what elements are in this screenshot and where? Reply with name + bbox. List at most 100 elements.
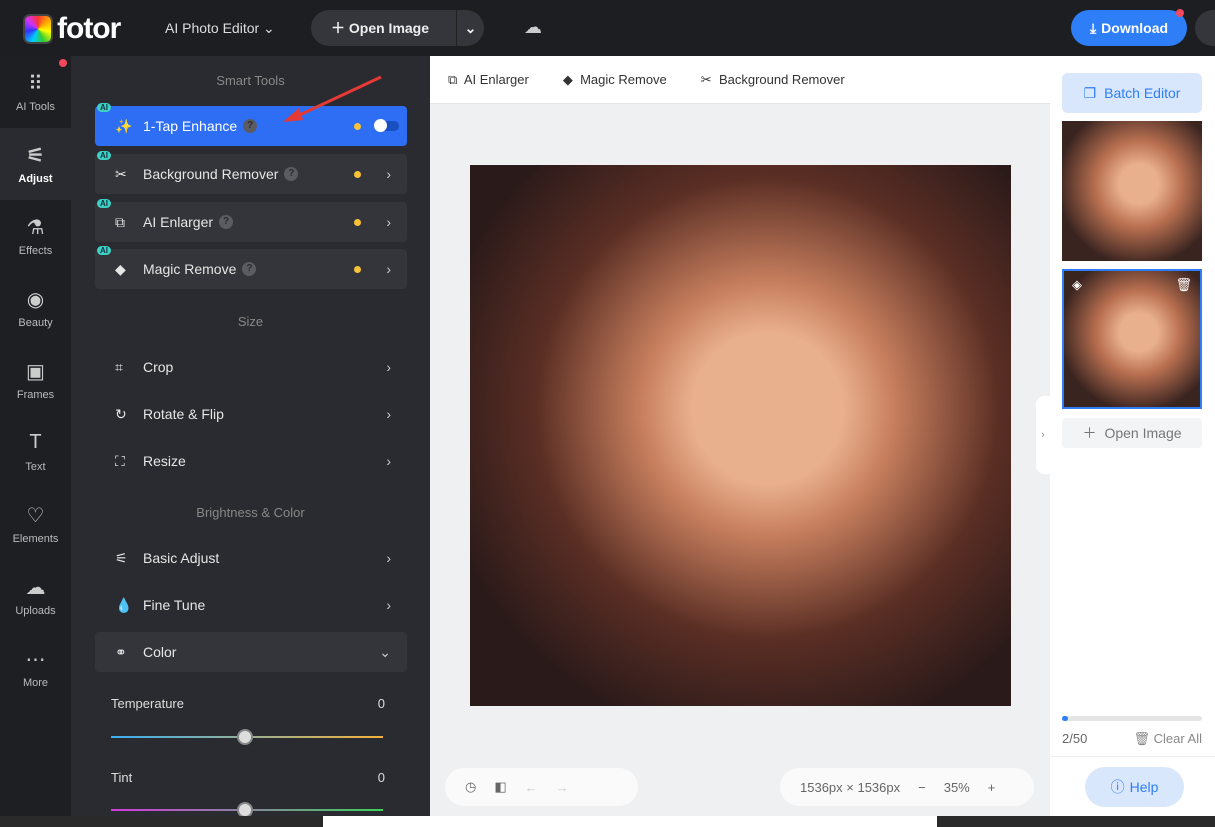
undo-icon[interactable]: ←	[525, 780, 538, 795]
help-button[interactable]: ⓘ Help	[1085, 767, 1184, 807]
layers-icon: ❐	[1083, 84, 1097, 101]
history-icon[interactable]: ◷	[465, 779, 476, 795]
magic-remove-tool[interactable]: ◆ Magic Remove	[563, 72, 667, 88]
background-remover-tool[interactable]: ✂ Background Remover	[701, 72, 845, 88]
rail-adjust[interactable]: ⚟ Adjust	[0, 128, 71, 200]
size_items-item-1[interactable]: ↻ Rotate & Flip ›	[95, 394, 407, 434]
temperature-value: 0	[377, 696, 385, 711]
image-count: 2/50	[1062, 731, 1088, 746]
scissors-icon: ✂	[700, 71, 712, 87]
effects-icon: ⚗	[26, 217, 45, 239]
text-icon: T	[29, 431, 42, 453]
tool-icon: 💧	[115, 596, 133, 613]
help-icon[interactable]: ?	[219, 215, 234, 229]
tool-icon: ⧉	[115, 213, 125, 230]
batch-editor-button[interactable]: ❐ Batch Editor	[1062, 73, 1202, 113]
chevron-icon: ›	[386, 406, 391, 422]
canvas-toolbar: ⧉ AI Enlarger ◆ Magic Remove ✂ Backgroun…	[430, 56, 1050, 104]
rail-effects[interactable]: ⚗ Effects	[0, 200, 71, 272]
redo-icon[interactable]: →	[556, 780, 569, 795]
eraser-icon: ◆	[562, 71, 573, 87]
zoom-out-button[interactable]: −	[918, 780, 926, 795]
rail-uploads[interactable]: ☁ Uploads	[0, 560, 71, 632]
ai-badge: AI	[97, 246, 111, 255]
zoom-in-button[interactable]: +	[988, 780, 996, 795]
tool-icon: ✨	[115, 117, 133, 134]
size_items-item-2[interactable]: ⛶ Resize ›	[95, 441, 407, 481]
help-icon[interactable]: ?	[284, 167, 299, 181]
tool-icon: ↻	[115, 405, 127, 422]
section-brightness-color: Brightness & Color	[196, 505, 305, 520]
adjust-icon: ⚟	[26, 145, 45, 167]
ad-strip	[0, 816, 1215, 827]
plus-icon: ＋	[1082, 425, 1097, 441]
tool-icon: ⌗	[115, 358, 123, 375]
smart-item-2[interactable]: AI ⧉ AI Enlarger? ›	[95, 199, 407, 242]
rail-more[interactable]: ⋯ More	[0, 632, 71, 704]
rail-frames[interactable]: ▣ Frames	[0, 344, 71, 416]
temperature-knob[interactable]	[237, 729, 253, 745]
tint-value: 0	[377, 770, 385, 785]
smart-item-3[interactable]: AI ◆ Magic Remove? ›	[95, 246, 407, 289]
right-panel: ❐ Batch Editor ◈ 🗑 ＋ Open Image 2/50 🗑 Cle…	[1050, 56, 1215, 816]
uploads-icon: ☁	[25, 577, 46, 599]
tool-rail: ⠿ AI Tools ⚟ Adjust ⚗ Effects ◉ Beauty ▣ Frames T T…	[0, 56, 71, 816]
help-icon[interactable]: ?	[242, 262, 257, 276]
tool-icon: ◆	[115, 260, 126, 277]
clear-all-button[interactable]: 🗑 Clear All	[1133, 731, 1202, 747]
tool-icon: ⛶	[115, 452, 125, 469]
temperature-label: Temperature	[111, 696, 184, 711]
download-icon: ⤓	[1089, 19, 1097, 36]
thumbnail-1[interactable]	[1062, 121, 1202, 261]
tool-icon: ✂	[115, 165, 127, 182]
chevron-icon: ›	[386, 166, 391, 182]
chevron-icon: ›	[386, 453, 391, 469]
expand-right-panel[interactable]: ›	[1036, 396, 1050, 474]
trash-icon[interactable]: 🗑	[1175, 277, 1192, 293]
fotor-logo[interactable]: fotor	[23, 12, 121, 46]
status-dot	[354, 218, 361, 226]
open-image-button-right[interactable]: ＋ Open Image	[1062, 418, 1202, 448]
download-button[interactable]: ⤓ Download	[1071, 10, 1187, 46]
ai-photo-editor-menu[interactable]: AI Photo Editor ⌄	[165, 20, 275, 37]
color_items-item-0[interactable]: ⚟ Basic Adjust ›	[95, 538, 407, 578]
batch-progress	[1062, 716, 1202, 721]
elements-icon: ♡	[26, 505, 45, 527]
ai-enlarger-tool[interactable]: ⧉ AI Enlarger	[448, 72, 529, 88]
plus-icon: ＋	[331, 20, 349, 36]
enlarge-icon: ⧉	[448, 71, 458, 87]
help-icon: ⓘ	[1110, 779, 1125, 795]
rail-elements[interactable]: ♡ Elements	[0, 488, 71, 560]
compare-icon[interactable]: ◧	[494, 779, 506, 795]
tool-icon: ⚟	[115, 549, 128, 566]
more-icon: ⋯	[25, 649, 46, 671]
history-controls: ◷ ◧ ← →	[445, 768, 638, 806]
ai-tools-icon: ⠿	[28, 73, 43, 95]
chevron-icon: ›	[386, 597, 391, 613]
thumbnail-2-selected[interactable]: ◈ 🗑	[1062, 269, 1202, 409]
section-size: Size	[237, 314, 264, 329]
chevron-icon: ›	[386, 359, 391, 375]
temperature-slider[interactable]	[111, 729, 383, 745]
chevron-icon: ›	[386, 214, 391, 230]
open-image-dropdown[interactable]: ⌄	[456, 10, 484, 46]
smart-item-1[interactable]: AI ✂ Background Remover? ›	[95, 151, 407, 194]
rail-text[interactable]: T Text	[0, 416, 71, 488]
layers-icon[interactable]: ◈	[1072, 277, 1082, 293]
chevron-icon: ⌄	[379, 643, 391, 660]
tint-slider[interactable]	[111, 802, 383, 818]
notification-dot	[1176, 9, 1184, 17]
image-dimensions: 1536px × 1536px	[800, 779, 901, 795]
avatar[interactable]	[1195, 10, 1215, 46]
rail-ai-tools[interactable]: ⠿ AI Tools	[0, 56, 71, 128]
help-icon[interactable]: ?	[243, 119, 258, 133]
open-image-button[interactable]: ＋ Open Image ⌄	[311, 10, 484, 46]
chevron-icon: ›	[386, 550, 391, 566]
size_items-item-0[interactable]: ⌗ Crop ›	[95, 347, 407, 387]
rail-beauty[interactable]: ◉ Beauty	[0, 272, 71, 344]
cloud-icon[interactable]: ☁	[524, 17, 542, 38]
color_items-item-2[interactable]: ⚭ Color ⌄	[95, 632, 407, 672]
status-dot	[354, 265, 361, 273]
edited-photo[interactable]	[470, 165, 1011, 706]
color_items-item-1[interactable]: 💧 Fine Tune ›	[95, 585, 407, 625]
